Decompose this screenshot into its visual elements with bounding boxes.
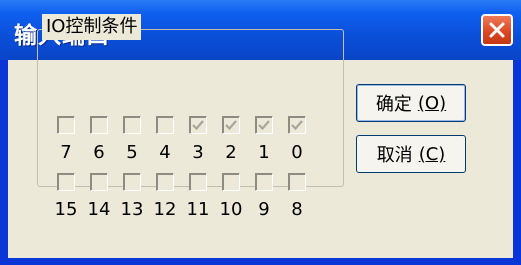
io-checkbox[interactable] <box>222 116 240 134</box>
cancel-button-label: 取消 <box>376 145 413 166</box>
check-icon <box>192 120 204 131</box>
io-bit-number: 3 <box>192 142 204 163</box>
io-checkbox[interactable] <box>189 116 207 134</box>
io-bit-number: 0 <box>291 142 303 163</box>
io-control-groupbox <box>37 29 344 187</box>
close-icon <box>489 22 505 38</box>
io-checkbox[interactable] <box>123 116 141 134</box>
io-bit-number: 6 <box>93 142 105 163</box>
io-checkbox[interactable] <box>123 173 141 191</box>
io-checkbox[interactable] <box>255 173 273 191</box>
ok-button[interactable]: 确定 (O) <box>356 84 466 122</box>
close-button[interactable] <box>481 14 513 46</box>
io-checkbox[interactable] <box>288 116 306 134</box>
io-bit-number: 4 <box>159 142 171 163</box>
io-checkbox[interactable] <box>255 116 273 134</box>
io-checkbox[interactable] <box>57 116 75 134</box>
io-bit-number: 9 <box>258 199 270 220</box>
io-checkbox[interactable] <box>90 116 108 134</box>
cancel-button[interactable]: 取消 (C) <box>356 135 466 173</box>
io-bit-number: 15 <box>54 199 78 220</box>
io-checkbox[interactable] <box>222 173 240 191</box>
io-bit-number: 10 <box>219 199 243 220</box>
io-bit-number: 2 <box>225 142 237 163</box>
ok-button-label: 确定 <box>375 94 412 115</box>
io-bit-number: 7 <box>60 142 72 163</box>
io-checkbox[interactable] <box>288 173 306 191</box>
io-bit-number: 14 <box>87 199 111 220</box>
check-icon <box>291 120 303 131</box>
io-bit-number: 8 <box>291 199 303 220</box>
io-checkbox[interactable] <box>57 173 75 191</box>
io-checkbox[interactable] <box>189 173 207 191</box>
io-bit-number: 1 <box>258 142 270 163</box>
io-bit-number: 12 <box>153 199 177 220</box>
ok-button-mnemonic: (O) <box>417 92 447 114</box>
io-bit-number: 5 <box>126 142 138 163</box>
group-label: IO控制条件 <box>42 14 142 40</box>
check-icon <box>258 120 270 131</box>
io-checkbox[interactable] <box>90 173 108 191</box>
check-icon <box>225 120 237 131</box>
io-bit-number: 11 <box>186 199 210 220</box>
io-checkbox[interactable] <box>156 173 174 191</box>
io-checkbox[interactable] <box>156 116 174 134</box>
io-bit-number: 13 <box>120 199 144 220</box>
cancel-button-mnemonic: (C) <box>418 143 446 165</box>
